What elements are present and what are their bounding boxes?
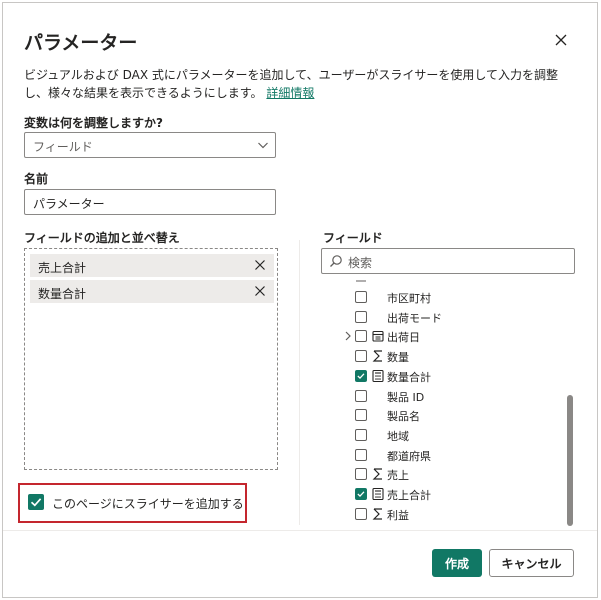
add-slicer-label[interactable]: このページにスライサーを追加する: [52, 495, 244, 512]
field-name: 数量: [387, 351, 409, 365]
search-icon: [330, 255, 342, 267]
field-chip[interactable]: 売上合計: [30, 254, 274, 277]
field-list-item[interactable]: 製品 ID: [321, 387, 561, 407]
field-checkbox[interactable]: [355, 488, 367, 500]
field-checkbox[interactable]: [355, 428, 367, 441]
chevron-right-icon[interactable]: [343, 330, 353, 342]
field-list-item[interactable]: 数量合計: [321, 367, 561, 387]
field-list-item[interactable]: 利益: [321, 505, 561, 525]
field-name: 製品名: [387, 410, 420, 424]
checkmark-icon: [30, 498, 42, 507]
field-checkbox[interactable]: [355, 369, 367, 382]
field-name: 市区町村: [387, 292, 431, 305]
field-name: 売上合計: [387, 489, 431, 502]
field-chip[interactable]: 数量合計: [30, 280, 274, 303]
field-name: 製品 ID: [387, 390, 425, 404]
field-name: 利益: [387, 508, 409, 522]
field-dropzone[interactable]: 売上合計 数量合計: [24, 248, 278, 470]
field-list-item[interactable]: 数量: [321, 347, 561, 367]
field-list-scrollbar[interactable]: [567, 395, 573, 526]
add-fields-label: フィールドの追加と並べ替え: [24, 231, 180, 245]
field-chip-label: 売上合計: [38, 261, 87, 275]
field-checkbox[interactable]: [355, 291, 367, 303]
field-list-item[interactable]: 売上: [321, 465, 561, 485]
field-search-input[interactable]: 検索: [321, 248, 575, 274]
fields-panel-label: フィールド: [323, 231, 383, 245]
learn-more-link[interactable]: 詳細情報: [266, 86, 314, 100]
footer-divider: [3, 530, 597, 531]
search-placeholder: 検索: [348, 256, 373, 270]
field-checkbox[interactable]: [355, 350, 367, 363]
field-name: 地域: [387, 429, 409, 443]
field-list-item[interactable]: 売上合計: [321, 485, 561, 505]
field-name: 出荷モード: [387, 311, 442, 325]
variable-selected-value: フィールド: [33, 140, 93, 154]
field-name: 売上: [387, 469, 409, 483]
checkmark-icon: [357, 491, 365, 497]
remove-icon[interactable]: [254, 259, 266, 271]
field-checkbox[interactable]: [355, 409, 367, 422]
checkmark-icon: [357, 373, 365, 379]
field-list-item[interactable]: 製品名: [321, 406, 561, 426]
scroll-cutoff-icon: [356, 280, 366, 282]
sigma-icon: [372, 468, 382, 480]
sigma-icon: [372, 350, 382, 362]
variable-dropdown[interactable]: フィールド: [24, 132, 276, 158]
close-icon[interactable]: [551, 30, 571, 50]
cancel-button[interactable]: キャンセル: [489, 549, 574, 577]
field-list: 市区町村出荷モード出荷日数量数量合計製品 ID 製品名地域都道府県売上売上合計利益: [321, 278, 577, 526]
name-input[interactable]: パラメーター: [24, 189, 276, 215]
calendar-icon: [372, 331, 384, 342]
field-name: 数量合計: [387, 370, 431, 384]
field-list-item[interactable]: 都道府県: [321, 446, 561, 466]
field-checkbox[interactable]: [355, 389, 367, 402]
field-checkbox[interactable]: [355, 310, 367, 323]
sigma-icon: [372, 508, 382, 520]
field-name: 都道府県: [387, 449, 431, 463]
remove-icon[interactable]: [254, 285, 266, 297]
calculator-icon: [372, 369, 384, 382]
variable-label: 変数は何を調整しますか?: [24, 116, 163, 130]
name-label: 名前: [24, 172, 49, 186]
add-slicer-checkbox[interactable]: [28, 494, 44, 510]
field-checkbox[interactable]: [355, 448, 367, 461]
field-list-item[interactable]: 地域: [321, 426, 561, 446]
field-list-item[interactable]: 市区町村: [321, 288, 561, 308]
field-chip-label: 数量合計: [38, 287, 87, 301]
create-button[interactable]: 作成: [432, 549, 482, 577]
field-checkbox[interactable]: [355, 507, 367, 520]
chevron-down-icon: [258, 142, 268, 149]
calculator-icon: [372, 487, 384, 501]
panel-divider: [299, 240, 300, 525]
field-list-item[interactable]: 出荷日: [321, 327, 561, 347]
dialog-title: パラメーター: [24, 32, 138, 54]
field-name: 出荷日: [387, 331, 420, 345]
dialog-description: ビジュアルおよび DAX 式にパラメーターを追加して、ユーザーがスライサーを使用…: [24, 66, 576, 102]
field-list-item[interactable]: 出荷モード: [321, 308, 561, 328]
field-checkbox[interactable]: [355, 330, 367, 343]
field-checkbox[interactable]: [355, 468, 367, 481]
